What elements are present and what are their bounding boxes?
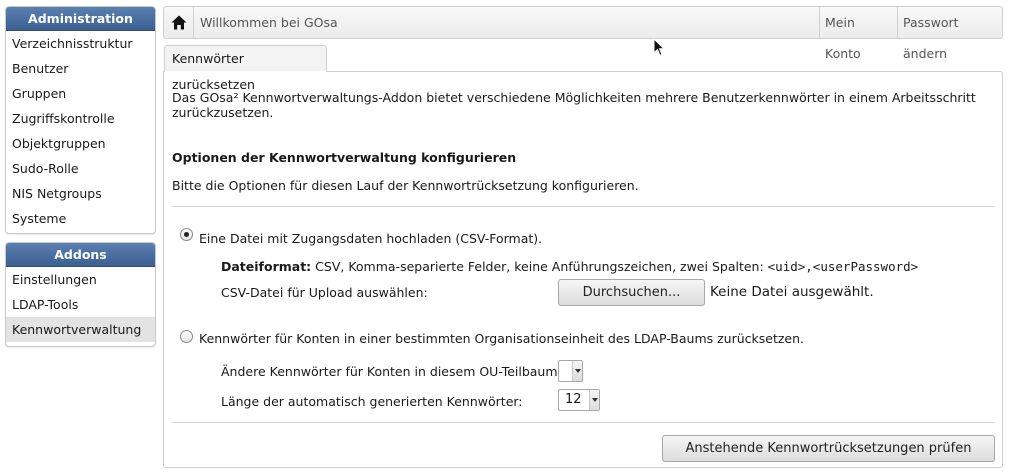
mouse-cursor-icon: [653, 38, 665, 57]
check-pending-resets-button[interactable]: Anstehende Kennwortrücksetzungen prüfen: [662, 435, 995, 462]
addons-menu-title: Addons: [6, 243, 155, 267]
section-description: Bitte die Optionen für diesen Lauf der K…: [172, 178, 639, 193]
welcome-text: Willkommen bei GOsa: [200, 15, 338, 30]
tab-joint: [165, 71, 326, 73]
my-account-link[interactable]: Mein Konto: [819, 7, 897, 61]
administration-menu-title: Administration: [6, 7, 155, 31]
section-title: Optionen der Kennwortverwaltung konfigur…: [172, 150, 517, 165]
divider: [172, 206, 995, 207]
file-format-text: CSV, Komma-separierte Felder, keine Anfü…: [311, 259, 768, 274]
home-icon: [171, 15, 186, 30]
home-button[interactable]: [164, 7, 194, 38]
sidebar-item-systeme[interactable]: Systeme: [6, 206, 155, 231]
chevron-down-icon: [589, 390, 599, 410]
csv-upload-label: Eine Datei mit Zugangsdaten hochladen (C…: [199, 231, 543, 246]
addons-menu: Addons Einstellungen LDAP-Tools Kennwort…: [5, 242, 156, 347]
no-file-selected-text: Keine Datei ausgewählt.: [710, 284, 874, 300]
password-length-label: Länge der automatisch generierten Kennwö…: [221, 394, 523, 409]
sidebar-item-sudo-rolle[interactable]: Sudo-Rolle: [6, 156, 155, 181]
file-format-info: Dateiformat: CSV, Komma-separierte Felde…: [221, 259, 918, 274]
tab-kennwoerter-zuruecksetzen[interactable]: Kennwörter zurücksetzen: [164, 45, 327, 92]
intro-line-1: Das GOsa² Kennwortverwaltungs-Addon biet…: [172, 90, 976, 105]
sidebar-item-ldap-tools[interactable]: LDAP-Tools: [6, 292, 155, 317]
sidebar-item-einstellungen[interactable]: Einstellungen: [6, 267, 155, 292]
chevron-down-icon: [572, 361, 582, 381]
sidebar-item-verzeichnisstruktur[interactable]: Verzeichnisstruktur: [6, 31, 155, 56]
intro-text: Das GOsa² Kennwortverwaltungs-Addon biet…: [172, 90, 976, 120]
file-format-label: Dateiformat:: [221, 259, 312, 274]
sidebar-item-zugriffskontrolle[interactable]: Zugriffskontrolle: [6, 106, 155, 131]
sidebar-item-nis-netgroups[interactable]: NIS Netgroups: [6, 181, 155, 206]
csv-upload-radio[interactable]: [180, 228, 193, 241]
sidebar-item-objektgruppen[interactable]: Objektgruppen: [6, 131, 155, 156]
ou-subtree-select[interactable]: [558, 360, 583, 382]
divider: [172, 422, 995, 423]
file-format-code: <uid>,<userPassword>: [767, 259, 919, 274]
top-bar: Willkommen bei GOsa Mein Konto Passwort …: [163, 6, 1003, 61]
csv-upload-file-label: CSV-Datei für Upload auswählen:: [221, 285, 428, 300]
ou-reset-label: Kennwörter für Konten in einer bestimmte…: [199, 331, 805, 346]
ou-reset-radio[interactable]: [180, 330, 193, 343]
intro-line-2: zurückzusetzen.: [172, 105, 274, 120]
password-length-select[interactable]: 12: [558, 389, 600, 411]
administration-menu: Administration Verzeichnisstruktur Benut…: [5, 6, 156, 234]
sidebar-item-kennwortverwaltung[interactable]: Kennwortverwaltung: [6, 317, 155, 342]
sidebar-item-benutzer[interactable]: Benutzer: [6, 56, 155, 81]
sidebar-item-gruppen[interactable]: Gruppen: [6, 81, 155, 106]
ou-subtree-label: Ändere Kennwörter für Konten in diesem O…: [221, 364, 562, 379]
change-password-link[interactable]: Passwort ändern: [897, 7, 1003, 61]
password-length-value: 12: [565, 392, 582, 407]
radio-selected-dot: [184, 232, 189, 237]
browse-button[interactable]: Durchsuchen...: [558, 279, 705, 306]
